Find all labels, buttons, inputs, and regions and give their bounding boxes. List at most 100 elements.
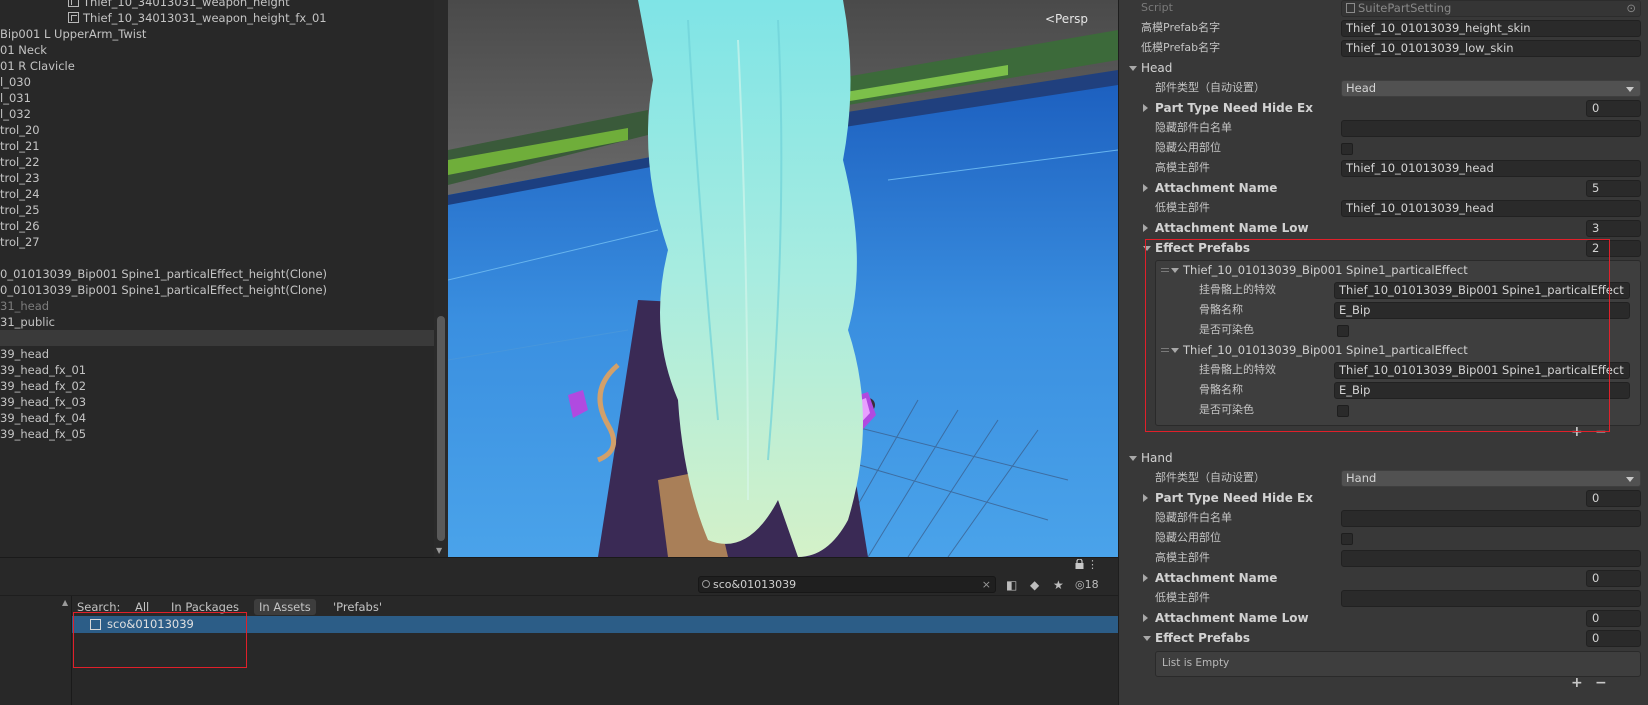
attachment-name-low-size-field[interactable]: 0 [1586, 610, 1641, 627]
dyeable-checkbox[interactable] [1337, 405, 1349, 417]
effect-item-title: Thief_10_01013039_Bip001 Spine1_partical… [1183, 263, 1468, 277]
hierarchy-item[interactable]: trol_27 [0, 234, 448, 250]
part-type-dropdown[interactable]: Head [1341, 80, 1641, 97]
hierarchy-item[interactable]: trol_20 [0, 122, 448, 138]
object-picker-icon[interactable]: ⊙ [1626, 1, 1636, 16]
whitelist-field[interactable] [1341, 120, 1641, 137]
bone-name-field[interactable]: E_Bip [1334, 302, 1630, 319]
search-result-label: sco&01013039 [107, 617, 194, 631]
search-input[interactable]: sco&01013039 × [698, 576, 996, 593]
hierarchy-item[interactable]: trol_22 [0, 154, 448, 170]
hierarchy-item[interactable]: Thief_10_34013031_weapon_height_fx_01 [0, 10, 448, 26]
filter-in-packages[interactable]: In Packages [166, 599, 244, 615]
bone-name-field[interactable]: E_Bip [1334, 382, 1630, 399]
hierarchy-scrollbar[interactable]: ▼ [434, 0, 448, 557]
dyeable-checkbox[interactable] [1337, 325, 1349, 337]
head-attach-low-row[interactable]: Attachment Name Low 3 [1119, 218, 1648, 238]
effect-item-0-header[interactable]: Thief_10_01013039_Bip001 Spine1_partical… [1119, 260, 1648, 280]
hidden-packages-toggle[interactable]: ◎18 [1075, 578, 1099, 591]
hide-public-checkbox[interactable] [1341, 143, 1353, 155]
effect-prefabs-size-field[interactable]: 2 [1586, 240, 1641, 257]
high-prefab-field[interactable]: Thief_10_01013039_height_skin [1341, 20, 1641, 37]
hierarchy-item[interactable]: Bip001 L UpperArm_Twist [0, 26, 448, 42]
hide-public-checkbox[interactable] [1341, 533, 1353, 545]
head-foldout[interactable]: Head [1119, 58, 1648, 78]
attachment-name-low-size-field[interactable]: 3 [1586, 220, 1641, 237]
hierarchy-item[interactable]: trol_21 [0, 138, 448, 154]
hierarchy-item[interactable]: l_032 [0, 106, 448, 122]
hierarchy-item[interactable]: 31_public [0, 314, 448, 330]
part-type-dropdown[interactable]: Hand [1341, 470, 1641, 487]
hierarchy-item[interactable] [0, 250, 448, 266]
head-effect-prefabs-row[interactable]: Effect Prefabs 2 [1119, 238, 1648, 258]
effect-item-1-bone-fx-row: 挂骨骼上的特效 Thief_10_01013039_Bip001 Spine1_… [1119, 360, 1648, 380]
hierarchy-item[interactable]: 01 R Clavicle [0, 58, 448, 74]
head-attach-row[interactable]: Attachment Name 5 [1119, 178, 1648, 198]
hierarchy-item[interactable]: 39_head_fx_04 [0, 410, 448, 426]
whitelist-field[interactable] [1341, 510, 1641, 527]
bone-fx-label: 挂骨骼上的特效 [1199, 283, 1276, 296]
filter-label-icon[interactable]: ◆ [1030, 578, 1039, 592]
hierarchy-item[interactable]: 39_head_fx_01 [0, 362, 448, 378]
hierarchy-item[interactable]: trol_23 [0, 170, 448, 186]
low-prefab-field[interactable]: Thief_10_01013039_low_skin [1341, 40, 1641, 57]
filter-type-icon[interactable]: ◧ [1006, 578, 1017, 592]
hand-attach-row[interactable]: Attachment Name 0 [1119, 568, 1648, 588]
hierarchy-item[interactable]: trol_24 [0, 186, 448, 202]
high-main-field[interactable] [1341, 550, 1641, 567]
hierarchy-item-label: Thief_10_34013031_weapon_height_fx_01 [83, 11, 327, 25]
scene-gizmo-projection[interactable]: <Persp [1045, 12, 1088, 26]
hierarchy-item[interactable]: Thief_10_34013031_weapon_height [0, 0, 448, 10]
hierarchy-item[interactable]: 0_01013039_Bip001 Spine1_particalEffect_… [0, 282, 448, 298]
hierarchy-item[interactable]: 39_head [0, 346, 448, 362]
hand-effect-prefabs-row[interactable]: Effect Prefabs 0 [1119, 628, 1648, 648]
effect-prefabs-size-field[interactable]: 0 [1586, 630, 1641, 647]
project-header: ⋮ [0, 558, 1118, 572]
scroll-down-arrow-icon[interactable]: ▼ [436, 546, 442, 555]
hierarchy-item[interactable] [0, 330, 448, 346]
filter-all[interactable]: All [130, 599, 154, 615]
filter-prefabs[interactable]: 'Prefabs' [328, 599, 387, 615]
hierarchy-item[interactable]: 39_head_fx_02 [0, 378, 448, 394]
low-main-field[interactable]: Thief_10_01013039_head [1341, 200, 1641, 217]
hierarchy-item[interactable]: 39_head_fx_05 [0, 426, 448, 442]
hide-ex-size-field[interactable]: 0 [1586, 100, 1641, 117]
hierarchy-item[interactable]: 0_01013039_Bip001 Spine1_particalEffect_… [0, 266, 448, 282]
search-result-item[interactable]: sco&01013039 [72, 616, 1118, 633]
clear-search-icon[interactable]: × [982, 577, 991, 592]
hierarchy-item[interactable]: 01 Neck [0, 42, 448, 58]
high-main-field[interactable]: Thief_10_01013039_head [1341, 160, 1641, 177]
hierarchy-item[interactable]: l_031 [0, 90, 448, 106]
remove-element-button[interactable]: − [1595, 424, 1607, 440]
scroll-up-arrow-icon[interactable]: ▲ [62, 598, 68, 607]
add-element-button[interactable]: + [1571, 675, 1583, 691]
hierarchy-item[interactable]: l_030 [0, 74, 448, 90]
more-options-icon[interactable]: ⋮ [1087, 558, 1098, 571]
drag-handle-icon[interactable] [1161, 348, 1169, 352]
favorite-star-icon[interactable]: ★ [1053, 578, 1064, 592]
hand-hide-ex-row[interactable]: Part Type Need Hide Ex 0 [1119, 488, 1648, 508]
hide-ex-size-field[interactable]: 0 [1586, 490, 1641, 507]
hierarchy-item-label: trol_24 [0, 187, 40, 201]
effect-item-1-header[interactable]: Thief_10_01013039_Bip001 Spine1_partical… [1119, 340, 1648, 360]
hierarchy-scrollbar-thumb[interactable] [437, 316, 445, 541]
remove-element-button[interactable]: − [1595, 675, 1607, 691]
drag-handle-icon[interactable] [1161, 268, 1169, 272]
hierarchy-item[interactable]: 39_head_fx_03 [0, 394, 448, 410]
hierarchy-item[interactable]: trol_25 [0, 202, 448, 218]
filter-in-assets[interactable]: In Assets [254, 599, 316, 615]
scene-view[interactable]: <Persp [448, 0, 1118, 557]
hand-foldout[interactable]: Hand [1119, 448, 1648, 468]
hierarchy-item[interactable]: trol_26 [0, 218, 448, 234]
head-hide-ex-row[interactable]: Part Type Need Hide Ex 0 [1119, 98, 1648, 118]
lock-icon[interactable] [1075, 559, 1084, 569]
add-element-button[interactable]: + [1571, 424, 1583, 440]
bone-fx-field[interactable]: Thief_10_01013039_Bip001 Spine1_partical… [1334, 362, 1630, 379]
hand-attach-low-row[interactable]: Attachment Name Low 0 [1119, 608, 1648, 628]
attachment-name-size-field[interactable]: 0 [1586, 570, 1641, 587]
script-field[interactable]: SuitePartSetting ⊙ [1341, 0, 1641, 17]
low-main-field[interactable] [1341, 590, 1641, 607]
attachment-name-size-field[interactable]: 5 [1586, 180, 1641, 197]
bone-fx-field[interactable]: Thief_10_01013039_Bip001 Spine1_partical… [1334, 282, 1630, 299]
hierarchy-item[interactable]: 31_head [0, 298, 448, 314]
